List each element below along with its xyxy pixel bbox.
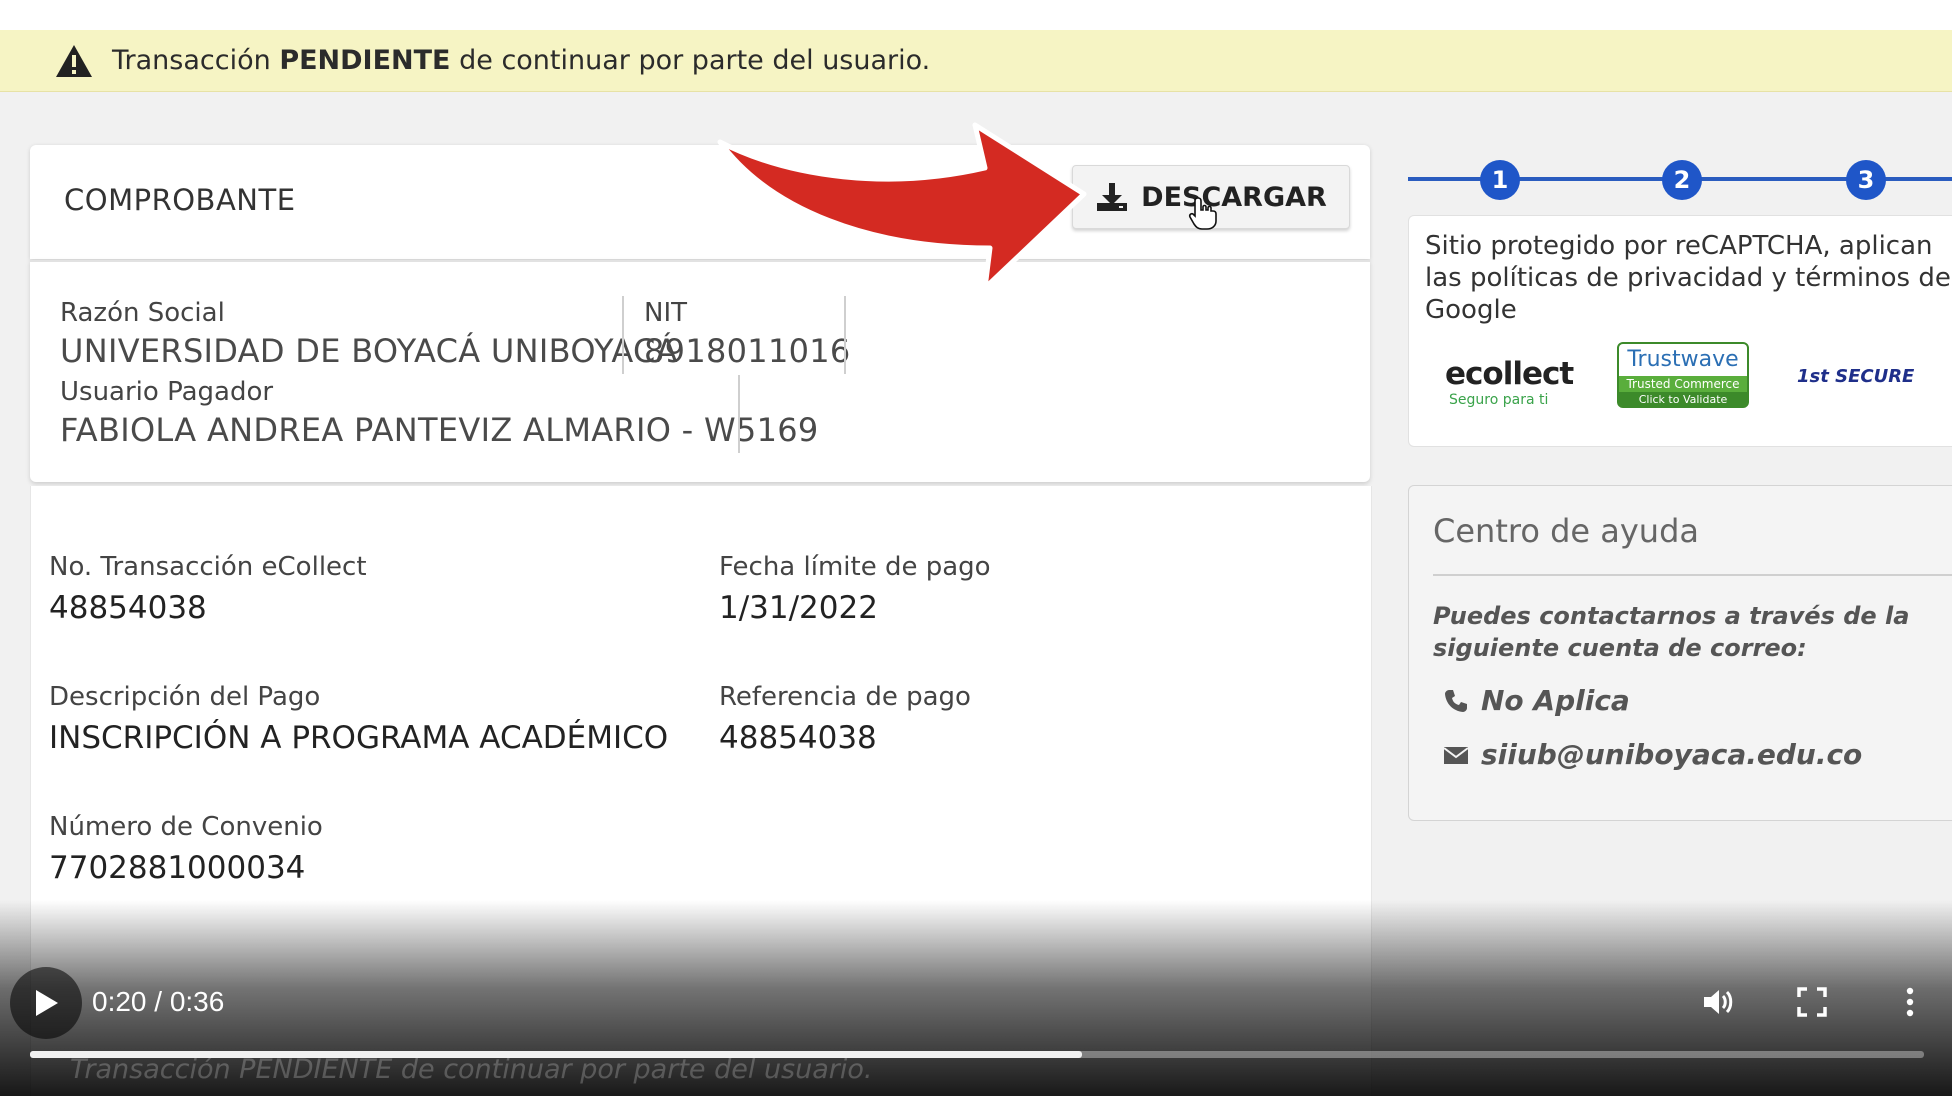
play-button[interactable] bbox=[10, 967, 82, 1039]
agreement-value: 7702881000034 bbox=[49, 850, 306, 886]
payment-reference: Referencia de pago 48854038 bbox=[719, 682, 971, 756]
trustwave-seal[interactable]: Trustwave Trusted Commerce Click to Vali… bbox=[1617, 342, 1749, 408]
red-arrow-annotation bbox=[717, 122, 1087, 291]
alert-prefix: Transacción bbox=[112, 45, 271, 76]
help-divider bbox=[1433, 574, 1952, 576]
agreement-number: Número de Convenio 7702881000034 bbox=[49, 812, 323, 886]
phone-icon bbox=[1445, 689, 1467, 712]
ecollect-logo: ecollect Seguro para ti bbox=[1445, 356, 1585, 416]
step-2: 2 bbox=[1662, 160, 1702, 200]
volume-icon[interactable] bbox=[1700, 984, 1736, 1020]
download-icon bbox=[1097, 183, 1128, 211]
deadline-label: Fecha límite de pago bbox=[719, 552, 991, 582]
more-options-icon[interactable] bbox=[1892, 984, 1928, 1020]
first-secure-logo: 1st SECURE bbox=[1797, 366, 1927, 406]
recaptcha-text: Sitio protegido por reCAPTCHA, aplican l… bbox=[1425, 231, 1951, 325]
transaction-label: No. Transacción eCollect bbox=[49, 552, 367, 582]
nit: NIT 8918011016 bbox=[644, 298, 851, 370]
trustwave-line1: Trusted Commerce bbox=[1626, 377, 1740, 391]
video-progress-fill bbox=[30, 1051, 1083, 1058]
recaptcha-card: Sitio protegido por reCAPTCHA, aplican l… bbox=[1408, 215, 1952, 447]
trustwave-line2: Click to Validate bbox=[1619, 392, 1747, 406]
help-phone: No Aplica bbox=[1443, 684, 1630, 717]
nit-label: NIT bbox=[644, 298, 687, 328]
top-strip bbox=[0, 0, 1952, 30]
usuario-label: Usuario Pagador bbox=[60, 377, 274, 407]
usuario-value: FABIOLA ANDREA PANTEVIZ ALMARIO - W5169 bbox=[60, 411, 819, 449]
transaction-number: No. Transacción eCollect 48854038 bbox=[49, 552, 367, 626]
help-center-card: Centro de ayuda Puedes contactarnos a tr… bbox=[1408, 485, 1952, 821]
razon-social-label: Razón Social bbox=[60, 298, 225, 328]
divider bbox=[622, 296, 624, 374]
step-3: 3 bbox=[1846, 160, 1886, 200]
help-title: Centro de ayuda bbox=[1433, 512, 1699, 550]
nit-value: 8918011016 bbox=[644, 332, 851, 370]
play-icon bbox=[36, 990, 58, 1016]
ecollect-slogan: Seguro para ti bbox=[1449, 392, 1549, 408]
payment-description: Descripción del Pago INSCRIPCIÓN A PROGR… bbox=[49, 682, 668, 756]
trustwave-name: Trustwave bbox=[1619, 344, 1747, 376]
envelope-icon bbox=[1443, 746, 1469, 764]
video-progress-bar[interactable] bbox=[30, 1051, 1924, 1058]
receipt-title: COMPROBANTE bbox=[64, 183, 296, 217]
email-value[interactable]: siiub@uniboyaca.edu.co bbox=[1481, 738, 1862, 771]
alert-suffix: de continuar por parte del usuario. bbox=[459, 45, 931, 76]
divider bbox=[844, 296, 846, 374]
alert-text: Transacción PENDIENTE de continuar por p… bbox=[112, 45, 930, 76]
transaction-value: 48854038 bbox=[49, 590, 207, 626]
razon-social: Razón Social UNIVERSIDAD DE BOYACÁ UNIBO… bbox=[60, 298, 678, 370]
secure-name: 1st SECURE bbox=[1797, 366, 1915, 387]
progress-stepper: 1 2 3 bbox=[1408, 160, 1952, 200]
description-label: Descripción del Pago bbox=[49, 682, 321, 712]
hand-cursor-icon bbox=[1188, 197, 1217, 230]
deadline-value: 1/31/2022 bbox=[719, 590, 878, 626]
download-label: DESCARGAR bbox=[1141, 181, 1327, 213]
usuario-pagador: Usuario Pagador FABIOLA ANDREA PANTEVIZ … bbox=[60, 377, 819, 449]
phone-value: No Aplica bbox=[1481, 684, 1630, 717]
razon-social-value: UNIVERSIDAD DE BOYACÁ UNIBOYACÁ bbox=[60, 332, 678, 370]
reference-value: 48854038 bbox=[719, 720, 877, 756]
reference-label: Referencia de pago bbox=[719, 682, 971, 712]
agreement-label: Número de Convenio bbox=[49, 812, 323, 842]
pending-alert-banner: Transacción PENDIENTE de continuar por p… bbox=[0, 30, 1952, 92]
payment-deadline: Fecha límite de pago 1/31/2022 bbox=[719, 552, 991, 626]
step-1: 1 bbox=[1480, 160, 1520, 200]
fullscreen-icon[interactable] bbox=[1794, 984, 1830, 1020]
help-hint: Puedes contactarnos a través de la sigui… bbox=[1433, 602, 1910, 662]
time-display: 0:20 / 0:36 bbox=[92, 986, 225, 1017]
help-email[interactable]: siiub@uniboyaca.edu.co bbox=[1443, 738, 1862, 771]
divider bbox=[738, 375, 740, 453]
ecollect-name: ecollect bbox=[1445, 356, 1574, 392]
warning-icon bbox=[56, 44, 92, 77]
alert-status: PENDIENTE bbox=[279, 45, 451, 76]
description-value: INSCRIPCIÓN A PROGRAMA ACADÉMICO bbox=[49, 720, 669, 756]
ghost-caption: Transacción PENDIENTE de continuar por p… bbox=[70, 1054, 873, 1085]
